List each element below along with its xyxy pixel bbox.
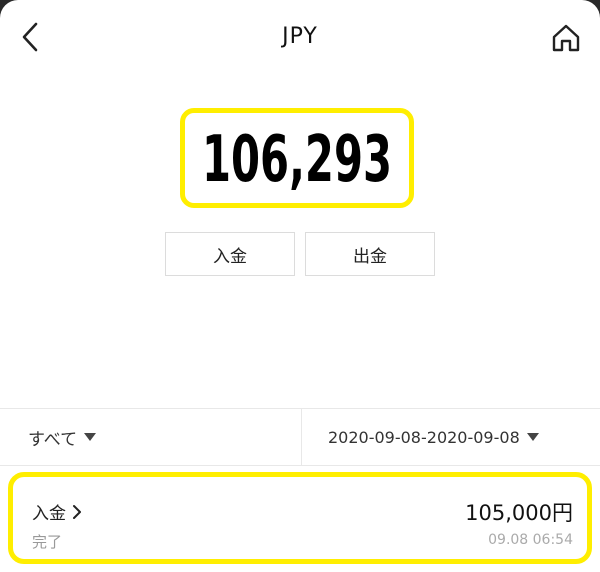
deposit-button[interactable]: 入金 (165, 232, 295, 276)
transaction-time: 09.08 06:54 (488, 532, 573, 548)
type-filter-dropdown[interactable]: すべて (28, 409, 97, 465)
filter-bar: すべて 2020-09-08-2020-09-08 (0, 408, 600, 466)
transaction-type-label: 入金 (32, 504, 66, 524)
transaction-type: 入金 (32, 499, 82, 524)
home-icon (551, 23, 581, 57)
caret-down-icon (84, 433, 97, 441)
caret-down-icon (526, 433, 539, 441)
type-filter-label: すべて (28, 429, 78, 450)
chevron-right-icon (72, 504, 82, 520)
date-range-label: 2020-09-08-2020-09-08 (328, 427, 520, 447)
header: JPY (0, 0, 600, 80)
app-screen: JPY 106,293 入金 出金 すべて 2020-09-08-2020-09… (0, 0, 600, 572)
date-range-dropdown[interactable]: 2020-09-08-2020-09-08 (328, 409, 539, 465)
filter-divider (301, 409, 302, 465)
transaction-amount: 105,000円 (465, 501, 573, 525)
home-button[interactable] (548, 22, 584, 58)
withdraw-button[interactable]: 出金 (305, 232, 435, 276)
page-title: JPY (282, 24, 318, 49)
transaction-status: 完了 (32, 533, 63, 551)
transaction-row[interactable]: 入金 完了 105,000円 09.08 06:54 (8, 472, 592, 564)
balance-display: 106,293 (180, 108, 414, 208)
balance-value: 106,293 (202, 123, 392, 193)
